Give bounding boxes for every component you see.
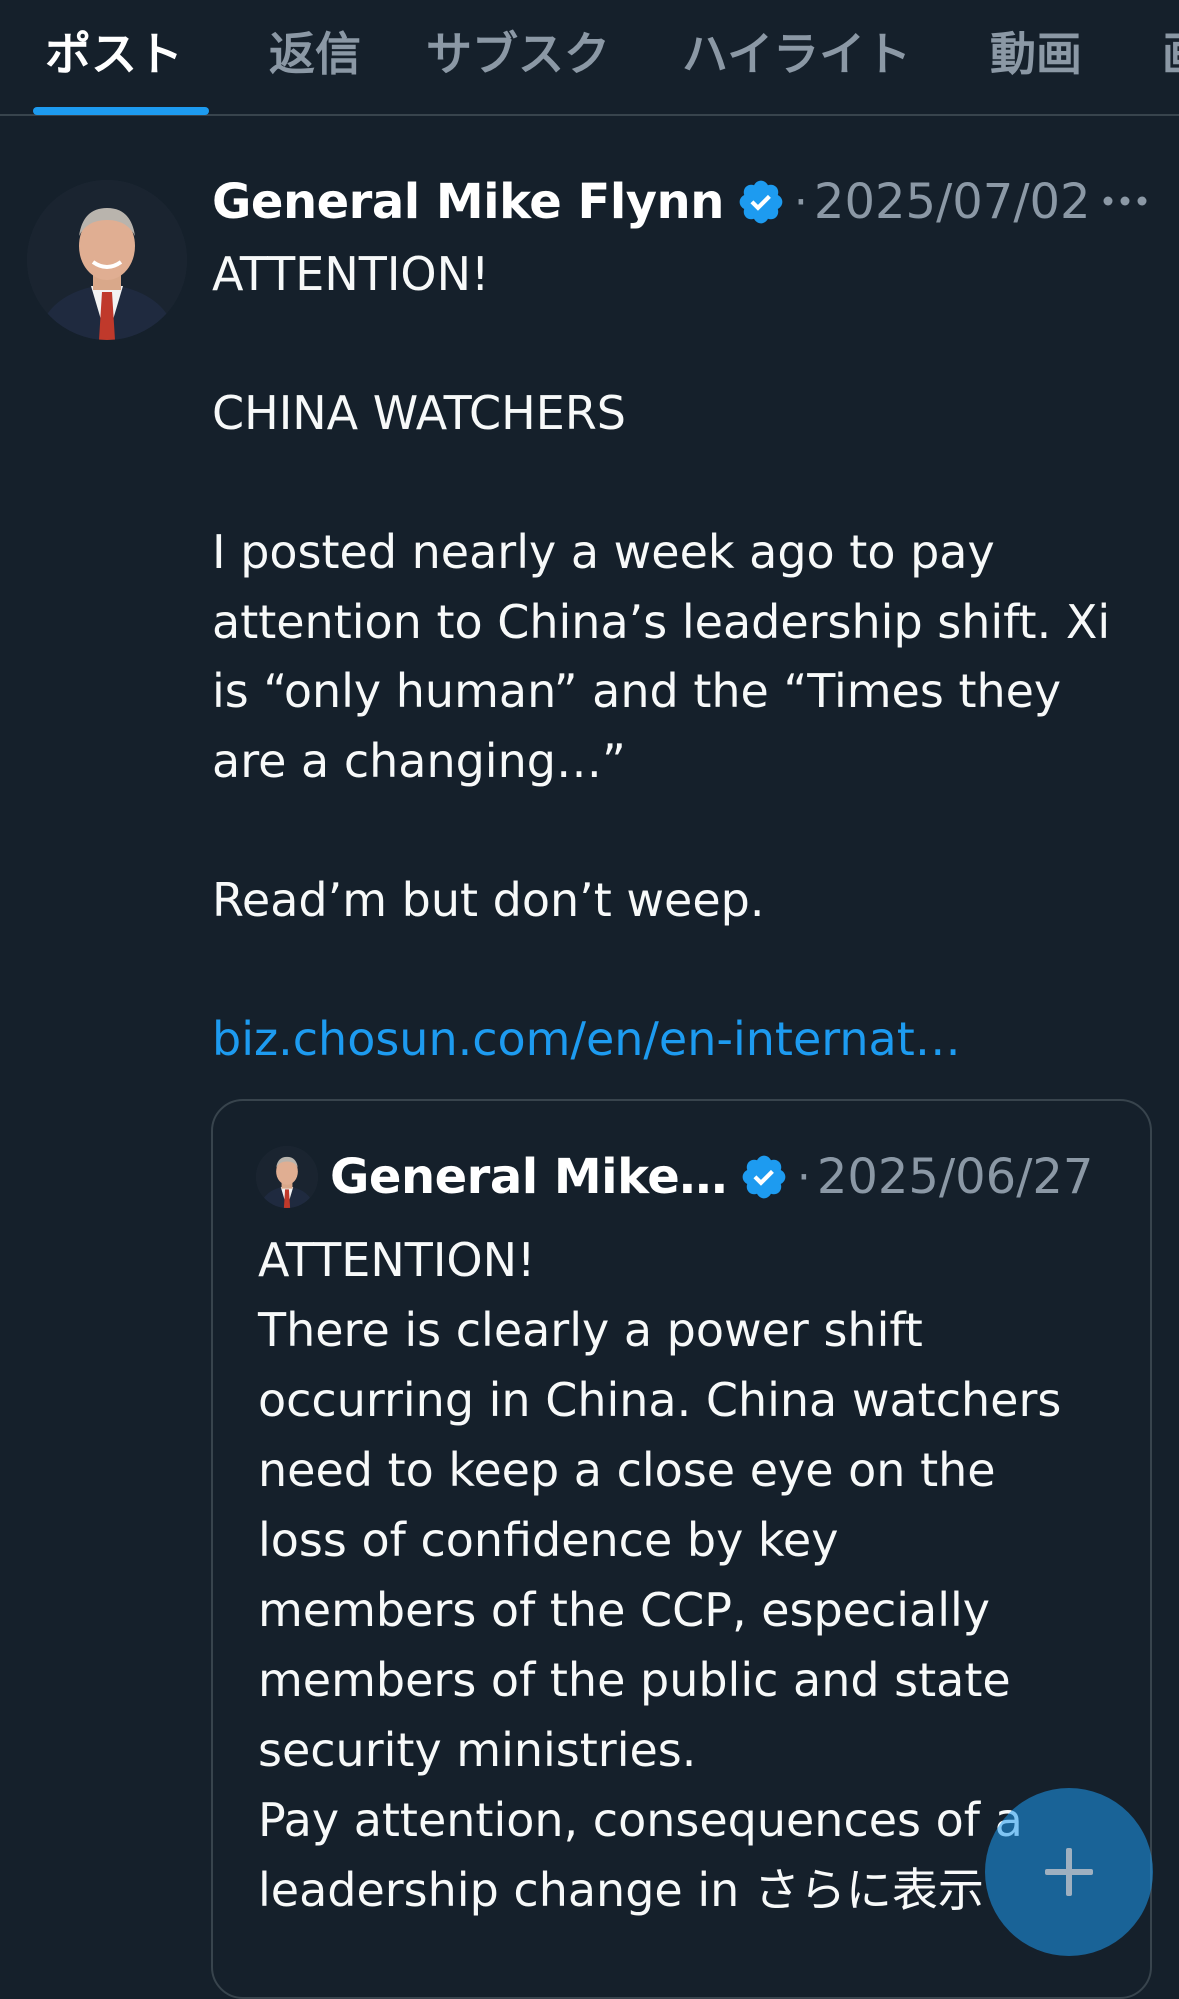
verified-badge-icon: [742, 1155, 786, 1199]
compose-button[interactable]: [985, 1788, 1153, 1956]
plus-icon: [1045, 1848, 1093, 1896]
quoted-text-line: ATTENTION!: [258, 1233, 536, 1287]
quoted-text-line: loss of confidence by key: [258, 1513, 839, 1567]
quoted-text-line: security ministries.: [258, 1723, 697, 1777]
avatar-photo: [27, 180, 187, 340]
quoted-text-fragment: leadership change in: [258, 1863, 754, 1917]
separator-dot: ·: [796, 1151, 811, 1203]
post-text-line: is “only human” and the “Times they: [212, 664, 1062, 718]
quoted-avatar-photo: [256, 1146, 318, 1208]
post-text-line: CHINA WATCHERS: [212, 386, 626, 440]
profile-tab-bar: ポスト 返信 サブスク ハイライト 動画 画: [0, 0, 1179, 116]
post-text-line: Read’m but don’t weep.: [212, 872, 765, 927]
quoted-post-header: General Mike… · 2025/06/27: [330, 1145, 1093, 1209]
quoted-post-date: 2025/06/27: [816, 1149, 1094, 1205]
post-date[interactable]: 2025/07/02: [814, 174, 1091, 230]
tab-videos[interactable]: 動画: [990, 18, 1082, 84]
quoted-text-line: members of the public and state: [258, 1653, 1011, 1707]
quoted-text-line: need to keep a close eye on the: [258, 1443, 996, 1497]
quoted-author-name: General Mike…: [330, 1149, 727, 1205]
post-text: ATTENTION! CHINA WATCHERS I posted nearl…: [212, 240, 1162, 1074]
verified-badge-icon[interactable]: [736, 177, 786, 227]
avatar[interactable]: [27, 180, 187, 340]
post-header: General Mike Flynn · 2025/07/02: [212, 170, 1091, 234]
more-horizontal-icon[interactable]: [1100, 184, 1150, 218]
tab-replies[interactable]: 返信: [269, 18, 361, 84]
post-text-line: attention to China’s leadership shift. X…: [212, 594, 1111, 649]
post-text-line: ATTENTION!: [212, 247, 490, 301]
quoted-text-line: members of the CCP, especially: [258, 1583, 991, 1637]
tab-media[interactable]: 画: [1162, 18, 1179, 84]
separator-dot: ·: [793, 176, 808, 228]
post-link[interactable]: biz.chosun.com/en/en-internat…: [212, 1012, 961, 1066]
tab-subscriptions[interactable]: サブスク: [426, 18, 610, 84]
quoted-text-line: There is clearly a power shift: [258, 1303, 923, 1357]
show-more-link[interactable]: さらに表示: [754, 1863, 984, 1917]
quoted-avatar: [256, 1146, 318, 1208]
tab-highlights[interactable]: ハイライト: [682, 18, 911, 84]
active-tab-indicator: [33, 107, 209, 115]
quoted-text-line: occurring in China. China watchers: [258, 1373, 1062, 1427]
post-text-line: are a changing…”: [212, 733, 626, 788]
tab-posts[interactable]: ポスト: [45, 18, 183, 84]
post-text-line: I posted nearly a week ago to pay: [212, 525, 995, 579]
author-name[interactable]: General Mike Flynn: [212, 174, 724, 230]
